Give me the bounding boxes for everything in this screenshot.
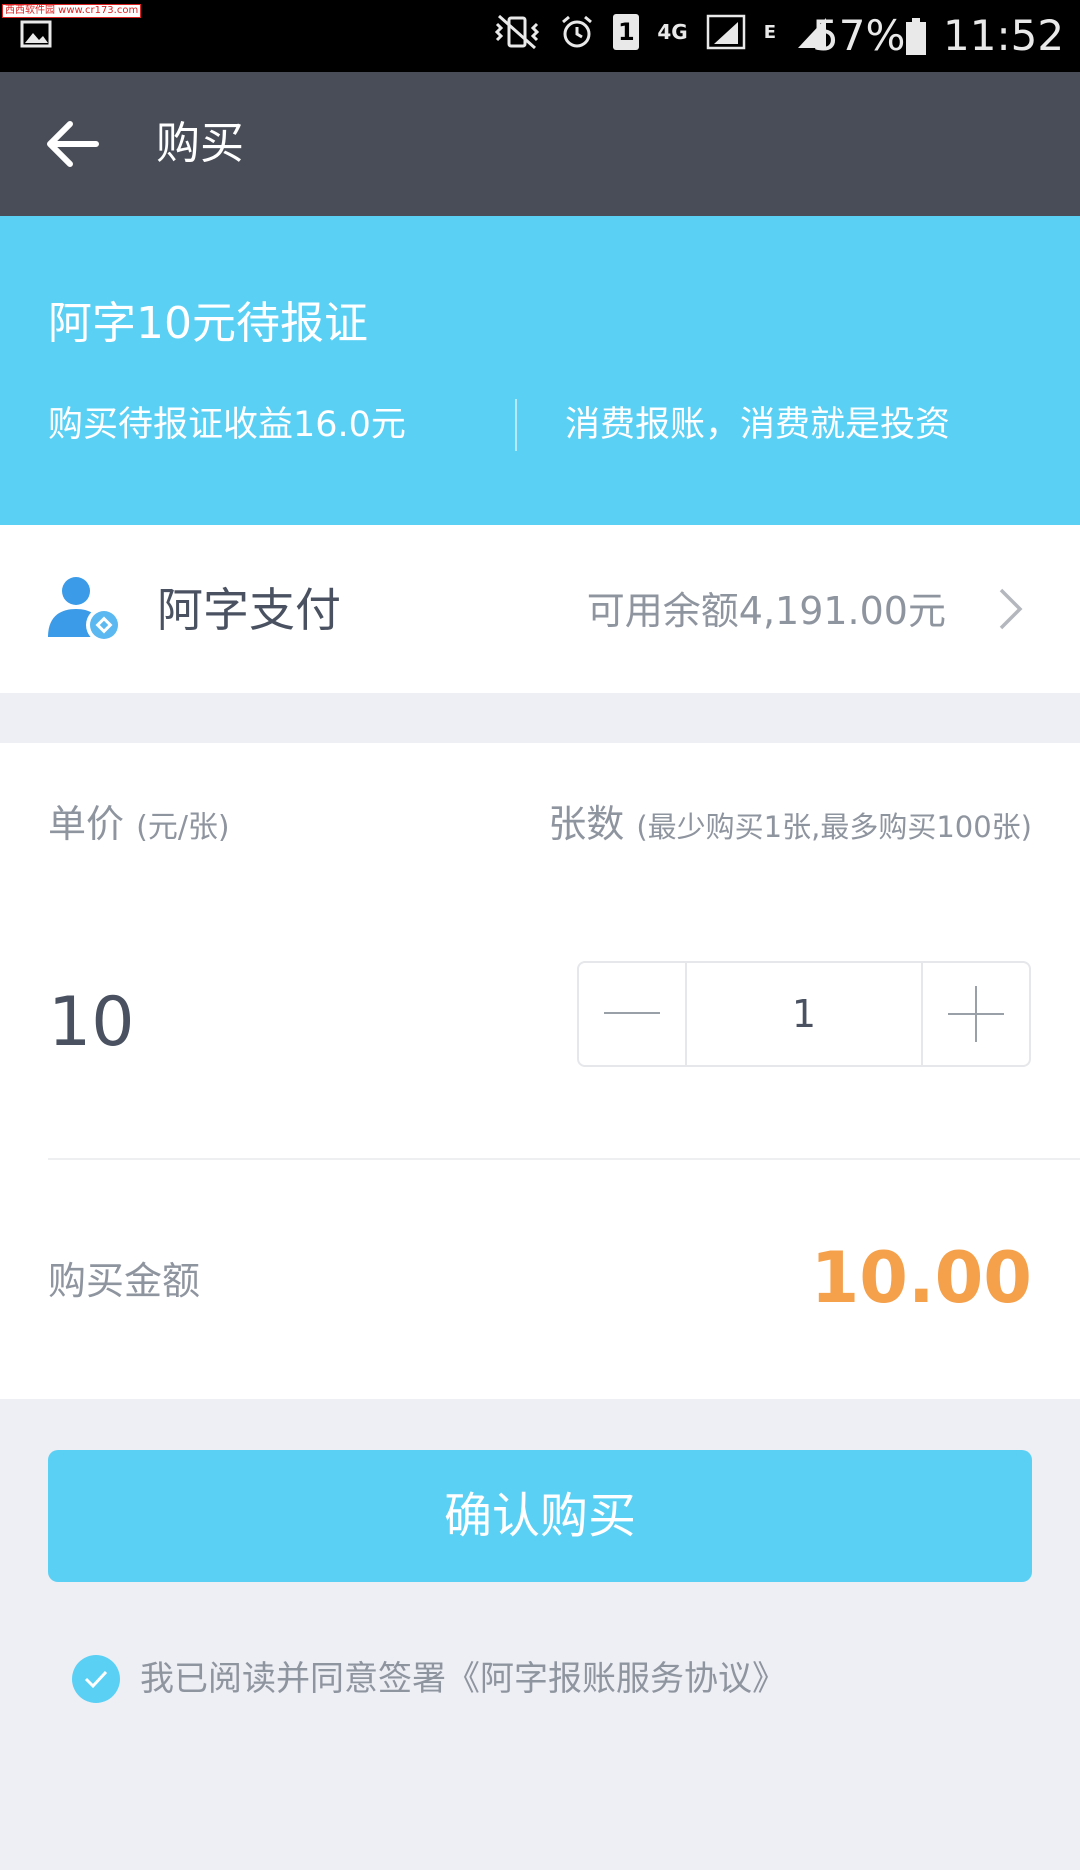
network-type-secondary: E <box>763 21 776 43</box>
payment-method-label: 阿字支付 <box>157 583 341 637</box>
app-bar: 购买 <box>0 72 1080 216</box>
page-title: 购买 <box>156 118 244 169</box>
unit-price-value: 10 <box>48 983 135 1062</box>
checkmark-icon <box>84 1670 108 1689</box>
increment-button[interactable] <box>923 963 1029 1065</box>
confirm-purchase-button[interactable]: 确认购买 <box>48 1450 1032 1582</box>
count-label: 张数 (最少购买1张,最多购买100张) <box>548 799 1032 852</box>
amount-value: 10.00 <box>810 1237 1032 1319</box>
agreement-row: 我已阅读并同意签署《阿字报账服务协议》 <box>72 1655 786 1703</box>
product-name: 阿字10元待报证 <box>48 298 368 349</box>
network-type: 4G <box>657 20 688 44</box>
unit-price-label: 单价 (元/张) <box>48 799 230 853</box>
purchase-card: 单价 (元/张) 张数 (最少购买1张,最多购买100张) 10 1 购买金额 … <box>0 743 1080 1399</box>
agreement-checkbox[interactable] <box>72 1655 120 1703</box>
status-bar: 西西软件园 www.cr173.com 1 4G E 57% 11:52 <box>0 0 1080 72</box>
status-icons: 1 4G E <box>493 14 830 50</box>
battery-icon <box>906 18 926 55</box>
amount-label: 购买金额 <box>48 1259 201 1303</box>
minus-icon <box>604 1012 660 1014</box>
available-balance: 可用余额4,191.00元 <box>586 589 946 633</box>
quantity-stepper: 1 <box>577 961 1031 1067</box>
watermark: 西西软件园 www.cr173.com <box>2 4 142 18</box>
sim-icon: 1 <box>613 14 640 50</box>
sim-slot: 1 <box>618 18 635 46</box>
agreement-text[interactable]: 我已阅读并同意签署《阿字报账服务协议》 <box>140 1655 786 1703</box>
mute-vibrate-icon <box>495 14 540 50</box>
back-arrow-icon[interactable] <box>44 116 104 172</box>
gallery-icon <box>20 20 52 48</box>
product-banner: 阿字10元待报证 购买待报证收益16.0元 消费报账，消费就是投资 <box>0 216 1080 525</box>
count-label-text: 张数 <box>548 802 625 846</box>
alarm-icon <box>562 15 593 48</box>
decrement-button[interactable] <box>579 963 685 1065</box>
banner-divider <box>515 399 517 451</box>
clock: 11:52 <box>943 11 1065 60</box>
battery-percent: 57% <box>812 11 906 60</box>
signal-icon <box>706 14 745 50</box>
slogan-text: 消费报账，消费就是投资 <box>565 405 951 445</box>
unit-price-label-text: 单价 <box>48 802 125 846</box>
payment-method-row[interactable]: 阿字支付 可用余额4,191.00元 <box>0 525 1080 693</box>
count-hint: (最少购买1张,最多购买100张) <box>636 810 1032 844</box>
chevron-right-icon <box>999 588 1023 630</box>
income-text: 购买待报证收益16.0元 <box>48 405 406 445</box>
unit-price-unit: (元/张) <box>136 810 230 845</box>
quantity-input[interactable]: 1 <box>685 963 923 1065</box>
plus-icon <box>948 986 1004 1042</box>
divider <box>48 1158 1080 1160</box>
user-wallet-icon <box>48 577 122 643</box>
